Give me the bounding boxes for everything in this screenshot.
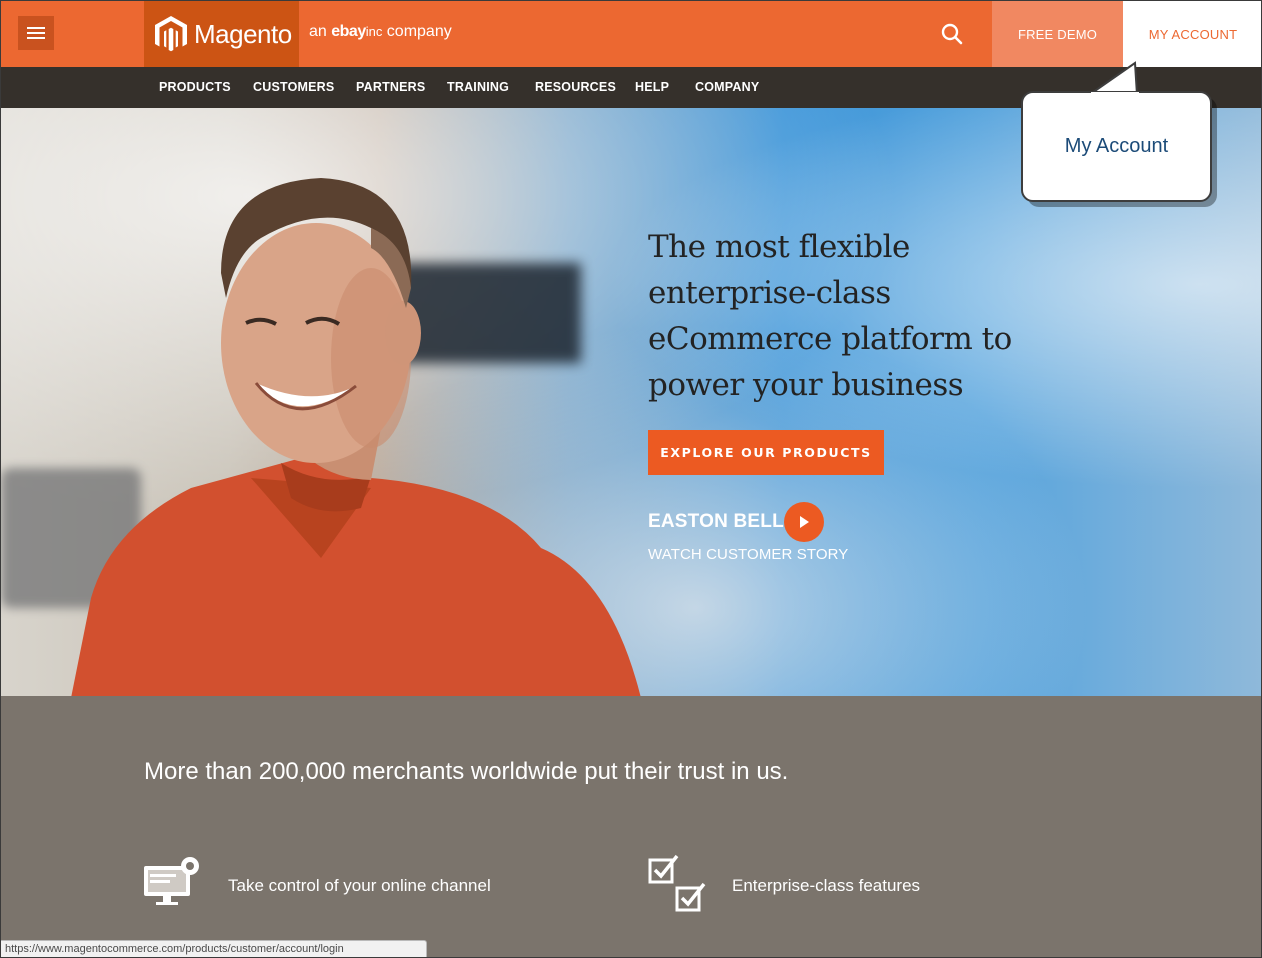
nav-item-products[interactable]: PRODUCTS: [159, 67, 231, 108]
watch-customer-story-link[interactable]: WATCH CUSTOMER STORY: [648, 546, 848, 563]
top-header: Magento an ebayinc company FREE DEMO MY …: [1, 1, 1261, 67]
magento-logo-icon: [155, 16, 187, 52]
trust-heading: More than 200,000 merchants worldwide pu…: [144, 758, 789, 785]
callout-text: My Account: [1064, 135, 1169, 157]
feature-text: Enterprise-class features: [732, 876, 921, 895]
feature-text: Take control of your online channel: [228, 876, 491, 895]
customer-name[interactable]: EASTON BELL: [648, 511, 784, 533]
play-video-button[interactable]: [784, 502, 824, 542]
nav-item-resources[interactable]: RESOURCES: [535, 67, 616, 108]
hero-person-image: [71, 178, 641, 696]
browser-status-url: https://www.magentocommerce.com/products…: [1, 940, 427, 957]
my-account-callout: My Account: [1021, 91, 1212, 202]
logo-wordmark: Magento: [194, 18, 292, 49]
checklist-icon: [648, 854, 706, 912]
free-demo-button[interactable]: FREE DEMO: [992, 1, 1123, 67]
nav-item-help[interactable]: HELP: [635, 67, 669, 108]
monitor-gear-icon: [144, 857, 199, 905]
search-button[interactable]: [936, 18, 968, 50]
nav-item-company[interactable]: COMPANY: [695, 67, 759, 108]
feature-enterprise-class[interactable]: Enterprise-class features: [647, 854, 920, 919]
magento-logo[interactable]: Magento: [144, 1, 299, 67]
browser-viewport: Magento an ebayinc company FREE DEMO MY …: [0, 0, 1262, 958]
nav-item-partners[interactable]: PARTNERS: [356, 67, 425, 108]
nav-item-customers[interactable]: CUSTOMERS: [253, 67, 334, 108]
trust-section: More than 200,000 merchants worldwide pu…: [1, 696, 1261, 957]
feature-online-channel[interactable]: Take control of your online channel: [142, 856, 491, 913]
hamburger-menu-button[interactable]: [18, 16, 54, 50]
ebay-tagline: an ebayinc company: [309, 23, 452, 40]
hero-headline: The most flexible enterprise-class eComm…: [648, 229, 1012, 403]
my-account-button[interactable]: MY ACCOUNT: [1123, 1, 1261, 67]
nav-item-training[interactable]: TRAINING: [447, 67, 509, 108]
menu-icon: [27, 27, 45, 29]
search-icon: [941, 23, 963, 45]
explore-products-button[interactable]: EXPLORE OUR PRODUCTS: [648, 430, 884, 475]
